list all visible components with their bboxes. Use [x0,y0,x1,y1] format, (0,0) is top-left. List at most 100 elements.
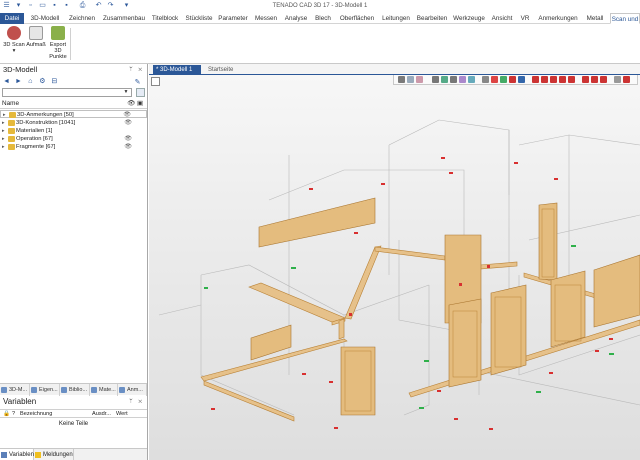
tab-zeichnen[interactable]: Zeichnen [66,13,98,24]
visibility-icon[interactable]: 👁 [124,119,132,127]
tab-analyse[interactable]: Analyse [283,13,309,24]
tab-zusammenbau[interactable]: Zusammenbau [100,13,148,24]
floor-strip [338,318,345,340]
aufmass-button[interactable]: Aufmaß [24,26,48,62]
cabinet-panel [550,270,586,348]
door-panel [538,202,558,281]
variables-title: Variablen [3,397,37,406]
expand-arrow-icon[interactable]: ▸ [2,119,5,127]
cabinet-panel [448,298,482,388]
marker [441,157,445,159]
save-as-icon[interactable]: ▪ [62,1,71,10]
filter-option-icon[interactable] [136,88,145,97]
visibility-icon[interactable]: 👁 [123,111,131,119]
tab-ansicht[interactable]: Ansicht [490,13,514,24]
tree-item[interactable]: ▸ Materialien [1] [0,127,147,135]
3d-scan-dropdown: ▾ [12,48,16,54]
marker [302,373,306,375]
expand-arrow-icon[interactable]: ▸ [2,135,5,143]
tab-leitungen[interactable]: Leitungen [380,13,412,24]
library-icon [61,387,67,393]
tab-anmerkungen[interactable]: Anmerkungen [537,13,579,24]
tab-variablen[interactable]: Variablen [0,449,34,460]
marker [437,390,441,392]
properties-icon [31,387,37,393]
visibility-column-icon[interactable]: 👁 ▣ [127,99,143,109]
tab-metall[interactable]: Metall [584,13,606,24]
doc-tab-3d-modell-1[interactable]: * 3D-Modell 1 [153,65,201,75]
undo-icon[interactable]: ↶ [94,1,103,10]
floor-strip [248,282,346,323]
expand-arrow-icon[interactable]: ▸ [3,111,6,119]
customize-icon[interactable]: ▾ [122,1,131,10]
new-file-icon[interactable]: ▫ [26,1,35,10]
aufmass-label: Aufmaß [26,42,46,48]
forward-icon[interactable]: ► [14,77,23,86]
3d-viewport[interactable] [149,75,640,460]
marker [334,427,338,429]
marker [549,372,553,374]
tab-eigenschaften[interactable]: Eigen... [30,384,60,396]
tree-item[interactable]: ▸ 3D-Anmerkungen [50] 👁 [0,110,147,118]
app-menu-icon[interactable]: ☰ [2,1,11,10]
btab-label: Variablen [9,452,34,458]
marker [449,172,453,174]
doc-tab-startseite[interactable]: Startseite [205,65,241,75]
tab-scan-und[interactable]: Scan und [610,13,640,24]
tree-item[interactable]: ▸ Operation [67] 👁 [0,135,147,143]
expand-arrow-icon[interactable]: ▸ [2,127,5,135]
filter-dropdown-icon[interactable]: ▼ [120,88,132,97]
model-tree-panel: 3D-Modell ᛘ ✕ ◄ ► ⌂ ⚙ ⊟ ✎ ▼ Name 👁 ▣ ▸ 3… [0,64,148,460]
tree-item[interactable]: ▸ Fragmente [67] 👁 [0,143,147,151]
tab-bearbeiten[interactable]: Bearbeiten [416,13,448,24]
tab-parameter[interactable]: Parameter [218,13,248,24]
export-points-icon [51,26,65,40]
floor-strip [374,246,446,261]
folder-icon [8,128,15,134]
tab-datei[interactable]: Datei [0,13,24,24]
tab-bibliothek[interactable]: Biblio... [60,384,90,396]
tab-material[interactable]: Mate... [90,384,118,396]
tree-filter-input[interactable] [2,88,132,97]
panel-pin-close-icon[interactable]: ᛘ ✕ [129,64,144,76]
tab-vr[interactable]: VR [518,13,532,24]
back-icon[interactable]: ◄ [2,77,11,86]
open-file-icon[interactable]: ▭ [38,1,47,10]
marker [381,183,385,185]
tab-werkzeuge[interactable]: Werkzeuge [452,13,486,24]
tab-3d-modell-panel[interactable]: 3D-M... [0,384,30,396]
tab-meldungen[interactable]: Meldungen [34,449,74,460]
tab-stueckliste[interactable]: Stückliste [184,13,214,24]
warning-icon [35,452,41,458]
tree-item[interactable]: ▸ 3D-Konstruktion [1041] 👁 [0,119,147,127]
dropdown-icon[interactable]: ▾ [14,1,23,10]
marker [571,245,576,247]
export-3d-punkte-button[interactable]: Export 3D Punkte [46,26,70,62]
settings-icon[interactable]: ⚙ [38,77,47,86]
home-icon[interactable]: ⌂ [26,77,35,86]
tab-messen[interactable]: Messen [253,13,279,24]
tab-anmerkungen-panel[interactable]: Anm... [118,384,147,396]
3d-scan-button[interactable]: 3D Scan ▾ [2,26,26,62]
collapse-icon[interactable]: ⊟ [50,77,59,86]
tab-titelblock[interactable]: Titelblock [150,13,180,24]
redo-icon[interactable]: ↷ [106,1,115,10]
variables-panel: Variablen ᛘ ✕ 🔒 ? Bezeichnung Ausdr... W… [0,396,147,448]
marker [291,267,296,269]
expand-arrow-icon[interactable]: ▸ [2,143,5,151]
save-icon[interactable]: ▪ [50,1,59,10]
visibility-icon[interactable]: 👁 [124,135,132,143]
tab-3d-modell[interactable]: 3D-Modell [27,13,63,24]
marker [595,350,599,352]
visibility-icon[interactable]: 👁 [124,143,132,151]
panel-pin-close-icon[interactable]: ᛘ ✕ [129,396,144,408]
tree-item-label: 3D-Anmerkungen [50] [17,112,74,118]
tab-blech[interactable]: Blech [313,13,333,24]
marker [424,360,429,362]
edit-icon[interactable]: ✎ [133,78,142,87]
tab-oberflaechen[interactable]: Oberflächen [338,13,376,24]
bottom-tab-bar: Variablen Meldungen [0,448,147,460]
print-icon[interactable]: ⎙ [78,1,87,10]
wall-outline [518,134,640,146]
wall-outline [388,119,510,195]
